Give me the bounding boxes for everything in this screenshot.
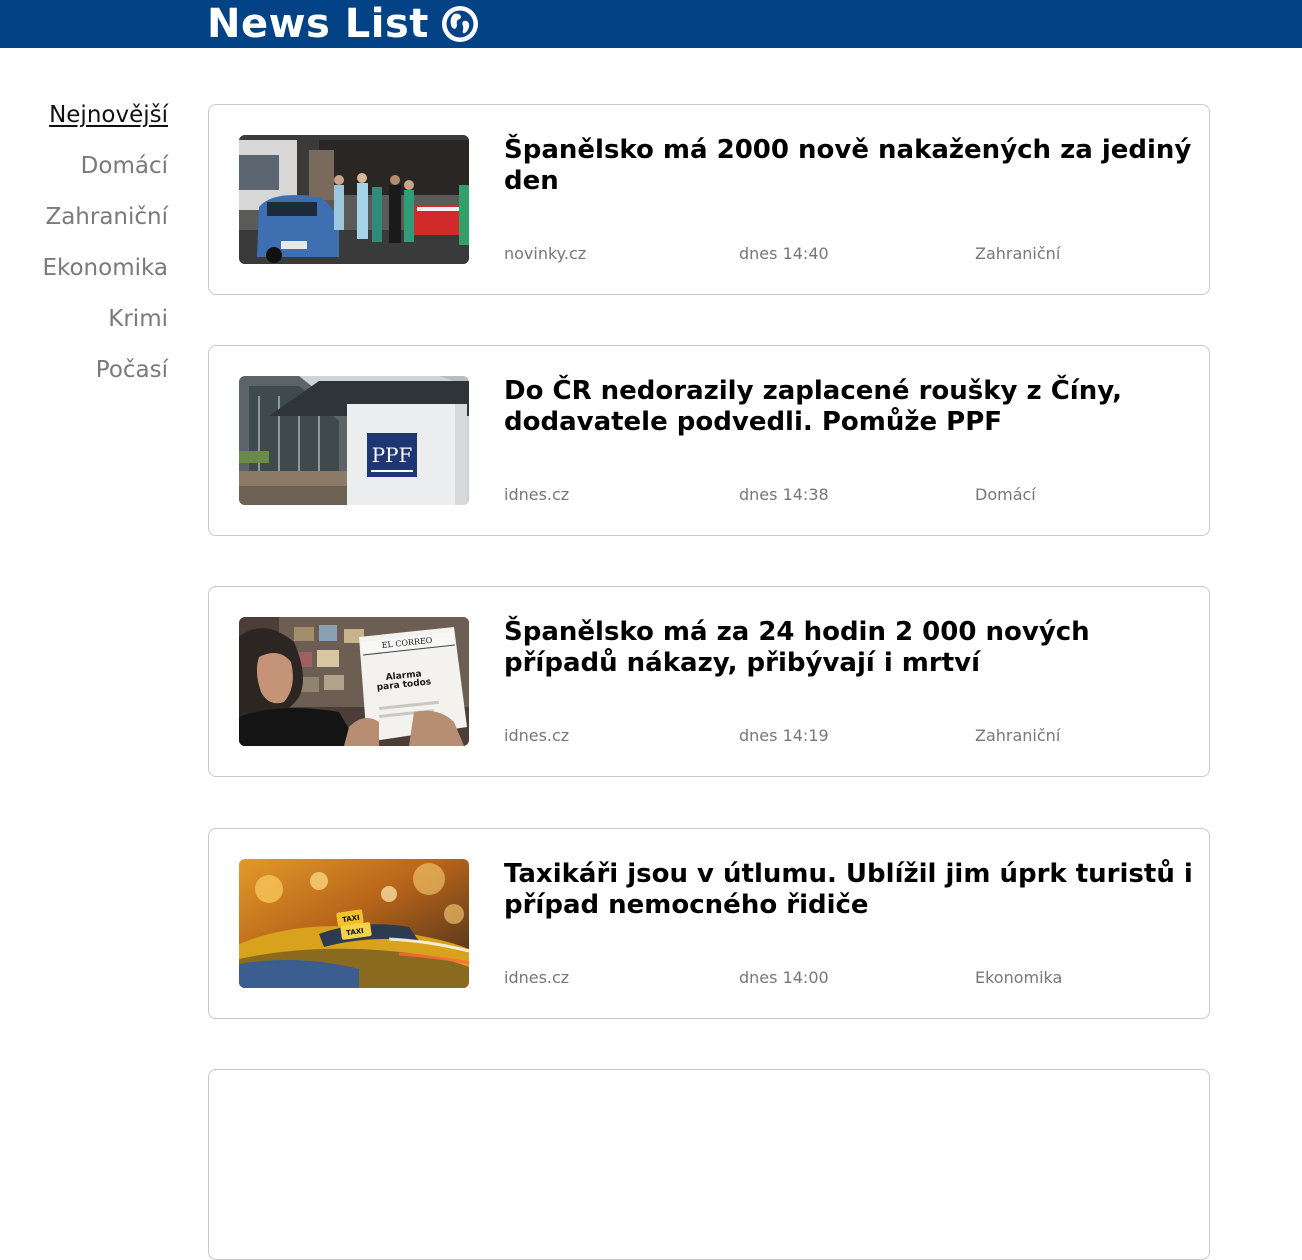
article-title[interactable]: Taxikáři jsou v útlumu. Ublížil jim úprk…	[504, 859, 1194, 921]
sidebar-item-domaci[interactable]: Domácí	[0, 147, 168, 198]
globe-icon	[442, 6, 478, 42]
article-card[interactable]	[208, 1069, 1210, 1260]
article-title[interactable]: Španělsko má 2000 nově nakažených za jed…	[504, 135, 1194, 197]
article-time: dnes 14:19	[739, 726, 829, 745]
article-category: Zahraniční	[975, 244, 1061, 263]
article-category: Ekonomika	[975, 968, 1063, 987]
category-sidebar: Nejnovější Domácí Zahraniční Ekonomika K…	[0, 96, 168, 402]
article-thumbnail	[239, 135, 469, 264]
article-title[interactable]: Do ČR nedorazily zaplacené roušky z Číny…	[504, 376, 1194, 438]
sidebar-item-ekonomika[interactable]: Ekonomika	[0, 249, 168, 300]
sidebar-item-nejnovejsi[interactable]: Nejnovější	[0, 96, 168, 147]
article-thumbnail: EL CORREO Alarma para todos	[239, 617, 469, 746]
article-card[interactable]: TAXI TAXI Taxikáři jsou v útlumu. Ublíži…	[208, 828, 1210, 1019]
article-category: Zahraniční	[975, 726, 1061, 745]
article-category: Domácí	[975, 485, 1036, 504]
article-source: idnes.cz	[504, 485, 570, 504]
article-time: dnes 14:38	[739, 485, 829, 504]
article-thumbnail: PPF	[239, 376, 469, 505]
article-time: dnes 14:40	[739, 244, 829, 263]
app-header: News List	[0, 0, 1302, 48]
article-time: dnes 14:00	[739, 968, 829, 987]
sidebar-item-pocasi[interactable]: Počasí	[0, 351, 168, 402]
sidebar-item-zahranicni[interactable]: Zahraniční	[0, 198, 168, 249]
ppf-logo-text: PPF	[372, 443, 413, 467]
article-card[interactable]: Španělsko má 2000 nově nakažených za jed…	[208, 104, 1210, 295]
article-title[interactable]: Španělsko má za 24 hodin 2 000 nových př…	[504, 617, 1194, 679]
article-thumbnail: TAXI TAXI	[239, 859, 469, 988]
page-title: News List	[207, 1, 429, 47]
article-source: idnes.cz	[504, 726, 570, 745]
article-card[interactable]: PPF Do ČR nedorazily zaplacené roušky z …	[208, 345, 1210, 536]
article-card[interactable]: EL CORREO Alarma para todos Španělsko má…	[208, 586, 1210, 777]
article-source: idnes.cz	[504, 968, 570, 987]
article-source: novinky.cz	[504, 244, 587, 263]
sidebar-item-krimi[interactable]: Krimi	[0, 300, 168, 351]
